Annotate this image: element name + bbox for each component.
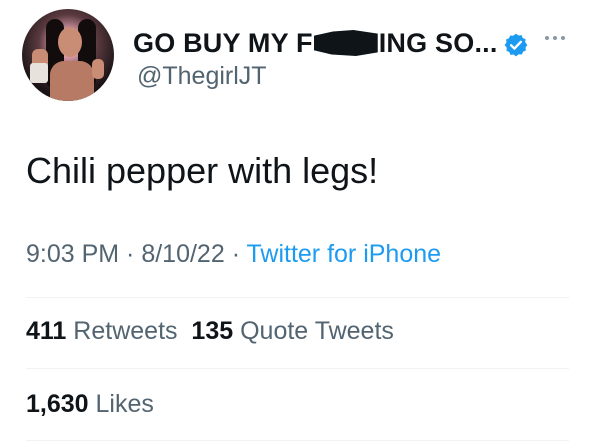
tweet-card: GO BUY MY F ING SO... @ThegirlJT Chili p… — [0, 0, 595, 445]
divider — [26, 440, 569, 441]
retweets-stat[interactable]: 411 Retweets — [26, 317, 178, 345]
meta-separator: · — [119, 240, 142, 268]
retweets-label: Retweets — [73, 317, 178, 345]
redaction-mark — [313, 30, 378, 56]
divider — [26, 368, 569, 369]
likes-label: Likes — [95, 390, 154, 418]
engagement-stats: 411 Retweets 135 Quote Tweets — [26, 317, 394, 346]
verified-badge-icon — [504, 33, 528, 57]
tweet-text: Chili pepper with legs! — [26, 150, 379, 191]
tweet-date[interactable]: 8/10/22 — [141, 240, 224, 268]
tweet-source-link[interactable]: Twitter for iPhone — [247, 240, 442, 268]
display-name[interactable]: GO BUY MY F ING SO... — [133, 26, 498, 60]
more-dot — [545, 36, 549, 40]
display-name-end: ING SO... — [378, 27, 498, 58]
meta-separator: · — [224, 240, 247, 268]
likes-count: 1,630 — [26, 390, 89, 418]
more-dot — [553, 36, 557, 40]
more-options-icon[interactable] — [545, 28, 579, 48]
user-handle[interactable]: @ThegirlJT — [137, 62, 267, 91]
likes-stat[interactable]: 1,630 Likes — [26, 390, 154, 419]
display-name-start: GO BUY MY F — [133, 27, 313, 58]
retweets-count: 411 — [26, 317, 67, 345]
avatar-body — [50, 61, 94, 101]
avatar-peace-sign — [92, 59, 104, 79]
quote-tweets-label: Quote Tweets — [240, 317, 394, 345]
more-dot — [561, 36, 565, 40]
quote-tweets-count: 135 — [191, 317, 234, 345]
avatar[interactable] — [22, 9, 114, 101]
avatar-face — [58, 27, 82, 57]
tweet-time[interactable]: 9:03 PM — [26, 240, 119, 268]
quote-tweets-stat[interactable]: 135 Quote Tweets — [191, 317, 393, 345]
avatar-cup — [30, 63, 48, 83]
divider — [26, 297, 569, 298]
tweet-meta: 9:03 PM · 8/10/22 · Twitter for iPhone — [26, 240, 441, 269]
